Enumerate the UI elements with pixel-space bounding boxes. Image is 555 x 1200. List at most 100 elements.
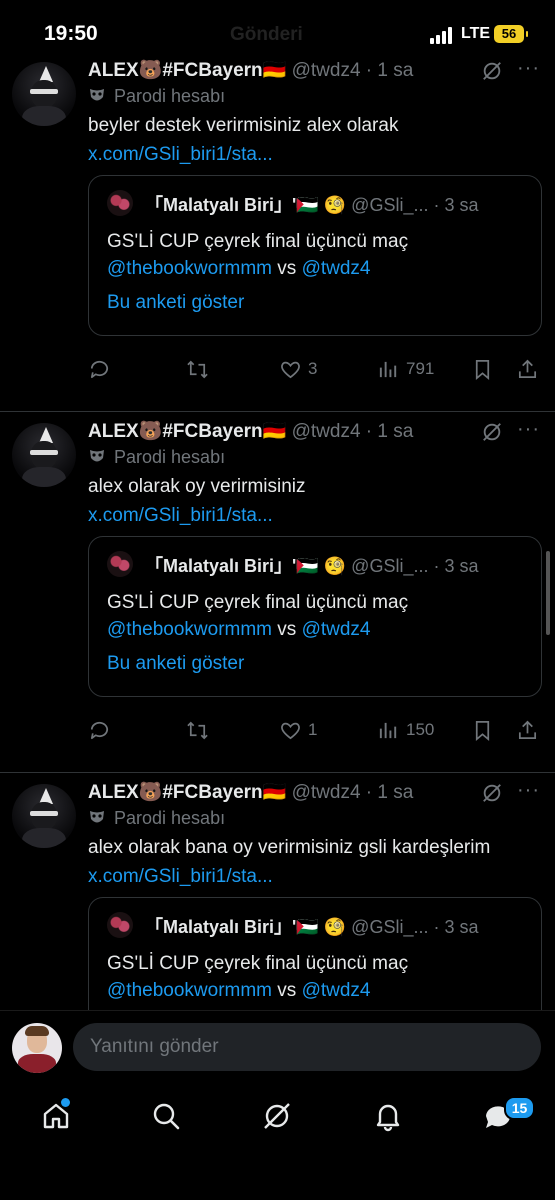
like-button[interactable]: 3 xyxy=(279,354,317,384)
show-poll-link[interactable]: Bu anketi göster xyxy=(107,292,244,314)
tweet-time: · 1 sa xyxy=(365,60,414,81)
like-button[interactable]: 1 xyxy=(279,715,317,745)
quote-time: · 3 sa xyxy=(433,195,479,215)
more-icon[interactable]: ··· xyxy=(517,419,539,443)
bookmark-icon xyxy=(475,720,490,741)
parody-label: Parodi hesabı xyxy=(88,808,225,829)
quote-line: GS'Lİ CUP çeyrek final üçüncü maç xyxy=(107,953,409,974)
analytics-icon xyxy=(379,361,397,377)
tab-home[interactable] xyxy=(40,1098,72,1132)
mention-link[interactable]: @thebookwormmm xyxy=(107,258,272,279)
mask-icon xyxy=(90,89,104,101)
parody-label: Parodi hesabı xyxy=(88,86,225,107)
quote-author-name: 「Malatyalı Biri」'🇵🇸 🧐 xyxy=(145,917,347,937)
parody-text: Parodi hesabı xyxy=(114,447,226,467)
views-button[interactable]: 150 xyxy=(377,715,434,745)
quoted-tweet[interactable]: 「Malatyalı Biri」'🇵🇸 🧐 @GSli_... · 3 sa G… xyxy=(88,175,542,336)
quote-header: 「Malatyalı Biri」'🇵🇸 🧐 @GSli_... · 3 sa xyxy=(145,191,479,217)
quote-header: 「Malatyalı Biri」'🇵🇸 🧐 @GSli_... · 3 sa xyxy=(145,552,479,578)
repost-button[interactable] xyxy=(186,354,209,384)
bell-icon xyxy=(376,1104,400,1132)
heart-icon xyxy=(281,361,300,378)
author-name[interactable]: ALEX🐻#FCBayern🇩🇪 xyxy=(88,60,286,81)
network-label: LTE xyxy=(461,25,491,42)
author-name[interactable]: ALEX🐻#FCBayern🇩🇪 xyxy=(88,421,286,442)
author-avatar[interactable] xyxy=(12,62,76,126)
quote-text: GS'Lİ CUP çeyrek final üçüncü maç @thebo… xyxy=(107,228,408,282)
tweet-header: ALEX🐻#FCBayern🇩🇪 @twdz4 · 1 sa xyxy=(88,58,413,84)
analytics-icon xyxy=(379,722,397,738)
bookmark-button[interactable] xyxy=(471,715,494,745)
parody-text: Parodi hesabı xyxy=(114,808,226,828)
search-icon xyxy=(153,1103,180,1130)
view-count: 791 xyxy=(406,359,435,378)
share-button[interactable] xyxy=(516,354,539,384)
more-icon[interactable]: ··· xyxy=(517,780,539,804)
grok-icon[interactable] xyxy=(481,421,503,443)
mask-icon xyxy=(90,811,104,823)
grok-icon[interactable] xyxy=(481,60,503,82)
messages-badge: 15 xyxy=(504,1096,535,1120)
quote-time: · 3 sa xyxy=(433,556,479,576)
mention-link[interactable]: @thebookwormmm xyxy=(107,980,272,1001)
tweet-header: ALEX🐻#FCBayern🇩🇪 @twdz4 · 1 sa xyxy=(88,419,413,445)
quote-author-handle: @GSli_... xyxy=(351,917,429,937)
tab-grok[interactable] xyxy=(261,1100,293,1132)
author-name[interactable]: ALEX🐻#FCBayern🇩🇪 xyxy=(88,782,286,803)
mention-link[interactable]: @thebookwormmm xyxy=(107,619,272,640)
tweet-text: alex olarak oy verirmisiniz xyxy=(88,476,306,497)
mention-link[interactable]: @twdz4 xyxy=(302,980,371,1001)
author-avatar[interactable] xyxy=(12,423,76,487)
quote-author-avatar xyxy=(107,551,133,577)
user-avatar[interactable] xyxy=(12,1023,62,1073)
grok-icon[interactable] xyxy=(481,782,503,804)
bookmark-button[interactable] xyxy=(471,354,494,384)
tweet-link[interactable]: x.com/GSli_biri1/sta... xyxy=(88,866,273,888)
scrollbar[interactable] xyxy=(546,551,550,635)
status-time: 19:50 xyxy=(44,22,98,45)
tweet-time: · 1 sa xyxy=(365,782,414,803)
quote-line: GS'Lİ CUP çeyrek final üçüncü maç xyxy=(107,231,409,252)
battery-icon: 56 xyxy=(494,25,528,43)
tweet-actions: 1 150 xyxy=(0,715,555,747)
tweet-link[interactable]: x.com/GSli_biri1/sta... xyxy=(88,505,273,527)
share-icon xyxy=(518,359,537,378)
repost-button[interactable] xyxy=(186,715,209,745)
author-handle: @twdz4 xyxy=(291,782,361,803)
home-notification-dot xyxy=(61,1098,70,1107)
mention-link[interactable]: @twdz4 xyxy=(302,258,371,279)
reply-bar: Yanıtını gönder xyxy=(0,1010,555,1089)
repost-icon xyxy=(187,360,208,378)
quote-vs: vs xyxy=(272,258,302,279)
quote-vs: vs xyxy=(272,619,302,640)
tweet[interactable]: ALEX🐻#FCBayern🇩🇪 @twdz4 · 1 sa ··· Parod… xyxy=(0,411,555,773)
quote-author-avatar xyxy=(107,912,133,938)
tweet-header: ALEX🐻#FCBayern🇩🇪 @twdz4 · 1 sa xyxy=(88,780,413,806)
quote-text: GS'Lİ CUP çeyrek final üçüncü maç @thebo… xyxy=(107,589,408,643)
views-button[interactable]: 791 xyxy=(377,354,434,384)
tweet[interactable]: ALEX🐻#FCBayern🇩🇪 @twdz4 · 1 sa ··· Parod… xyxy=(0,50,555,412)
share-button[interactable] xyxy=(516,715,539,745)
mask-icon xyxy=(90,450,104,462)
reply-button[interactable] xyxy=(88,715,111,745)
reply-button[interactable] xyxy=(88,354,111,384)
quote-header: 「Malatyalı Biri」'🇵🇸 🧐 @GSli_... · 3 sa xyxy=(145,913,479,939)
quote-author-handle: @GSli_... xyxy=(351,556,429,576)
bookmark-icon xyxy=(475,359,490,380)
quote-author-name: 「Malatyalı Biri」'🇵🇸 🧐 xyxy=(145,195,347,215)
quote-text: GS'Lİ CUP çeyrek final üçüncü maç @thebo… xyxy=(107,950,408,1004)
tweet-time: · 1 sa xyxy=(365,421,414,442)
quote-vs: vs xyxy=(272,980,302,1001)
show-poll-link[interactable]: Bu anketi göster xyxy=(107,653,244,675)
more-icon[interactable]: ··· xyxy=(517,58,539,82)
view-count: 150 xyxy=(406,720,435,739)
bottom-tab-bar: 15 xyxy=(0,1088,555,1200)
tweet-text: alex olarak bana oy verirmisiniz gsli ka… xyxy=(88,837,491,858)
tweet-link[interactable]: x.com/GSli_biri1/sta... xyxy=(88,144,273,166)
reply-input[interactable]: Yanıtını gönder xyxy=(73,1023,541,1071)
quoted-tweet[interactable]: 「Malatyalı Biri」'🇵🇸 🧐 @GSli_... · 3 sa G… xyxy=(88,536,542,697)
tab-search[interactable] xyxy=(150,1100,182,1132)
tab-notifications[interactable] xyxy=(372,1100,404,1132)
mention-link[interactable]: @twdz4 xyxy=(302,619,371,640)
author-avatar[interactable] xyxy=(12,784,76,848)
